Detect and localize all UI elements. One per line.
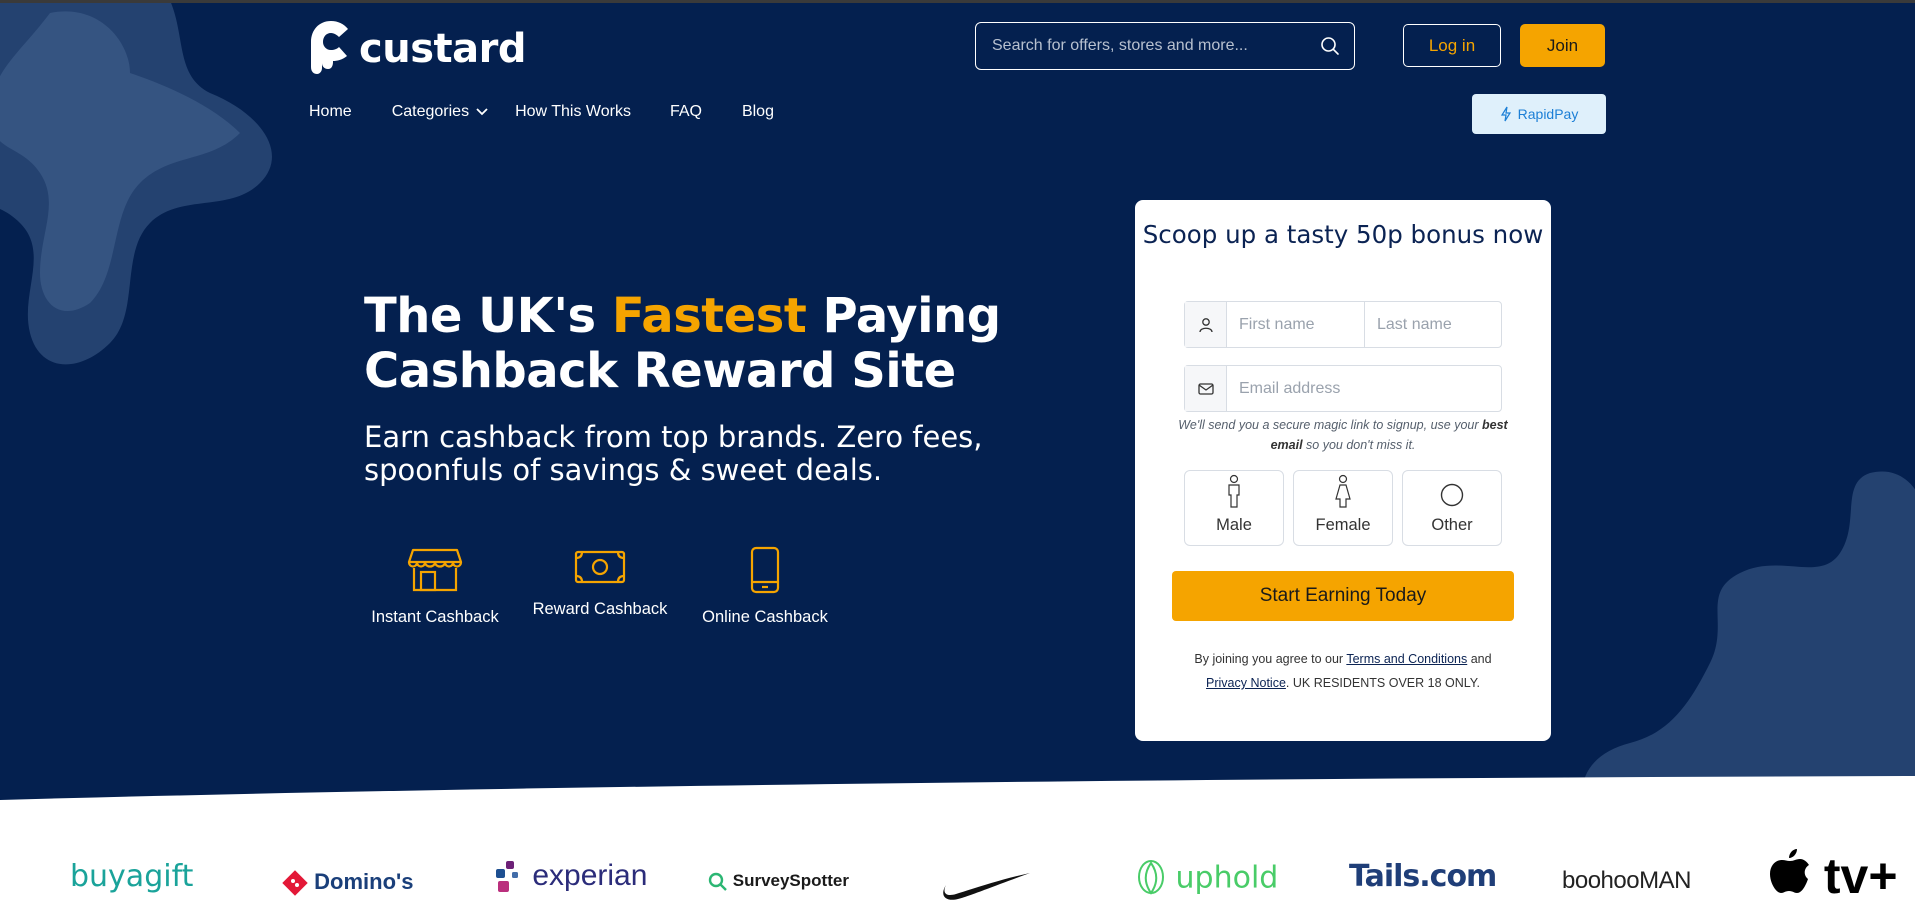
dominos-text: Domino's	[314, 869, 414, 894]
uphold-icon	[1138, 860, 1164, 895]
search-bar[interactable]	[975, 22, 1355, 70]
dominos-tile-icon	[282, 870, 308, 896]
legal-part1: By joining you agree to our	[1194, 652, 1347, 666]
lightning-icon	[1500, 106, 1511, 122]
main-nav: Home Categories How This Works FAQ Blog	[309, 103, 774, 121]
banknote-icon	[574, 550, 626, 584]
custard-logo-icon	[311, 21, 348, 74]
gender-label: Other	[1431, 516, 1473, 534]
rapidpay-label: RapidPay	[1517, 106, 1579, 122]
brand-logo-apple-tv[interactable]: tv+	[1770, 847, 1898, 905]
brand-logo-uphold[interactable]: uphold	[1136, 859, 1278, 899]
legal-part2: and	[1467, 652, 1492, 666]
surveyspotter-text: SurveySpotter	[732, 871, 849, 890]
terms-link[interactable]: Terms and Conditions	[1346, 652, 1467, 666]
legal-text: By joining you agree to our Terms and Co…	[1165, 647, 1521, 695]
legal-part3: . UK RESIDENTS OVER 18 ONLY.	[1285, 676, 1480, 690]
brand-logo-dominos[interactable]: Domino's	[282, 869, 413, 896]
feature-reward-cashback: Reward Cashback	[520, 546, 680, 619]
uphold-text: uphold	[1175, 860, 1279, 896]
brand-strip: buyagift Domino's experian SurveySpotter…	[0, 845, 1915, 917]
nav-item-home[interactable]: Home	[309, 103, 352, 121]
nike-swoosh-icon[interactable]	[942, 871, 1030, 903]
circle-icon	[1440, 483, 1464, 507]
male-icon	[1228, 474, 1240, 508]
nav-item-blog[interactable]: Blog	[742, 103, 774, 121]
mail-icon	[1185, 366, 1227, 411]
note-part2: so you don't miss it.	[1302, 438, 1416, 452]
start-earning-button[interactable]: Start Earning Today	[1172, 571, 1514, 621]
brand-logo-surveyspotter[interactable]: SurveySpotter	[708, 871, 849, 892]
decorative-splash-left	[0, 3, 272, 365]
custard-logo[interactable]: custard	[309, 19, 526, 79]
feature-label: Online Cashback	[702, 608, 828, 626]
experian-text: experian	[532, 859, 648, 892]
nav-item-faq[interactable]: FAQ	[670, 103, 702, 121]
logo-text: custard	[359, 26, 526, 72]
experian-dots-icon	[496, 861, 518, 893]
apple-tv-text: tv+	[1823, 848, 1898, 904]
apple-logo-icon	[1770, 849, 1809, 893]
gender-option-other[interactable]: Other	[1402, 470, 1502, 546]
hero-subtitle: Earn cashback from top brands. Zero fees…	[364, 420, 983, 487]
search-icon[interactable]	[1320, 36, 1340, 56]
first-name-field[interactable]	[1227, 302, 1365, 347]
privacy-link[interactable]: Privacy Notice	[1206, 676, 1286, 690]
headline-accent: Fastest	[611, 288, 807, 344]
brand-logo-tails[interactable]: Tails.com	[1349, 859, 1497, 894]
last-name-field[interactable]	[1365, 302, 1501, 347]
rapidpay-button[interactable]: RapidPay	[1472, 94, 1606, 134]
signup-card: Scoop up a tasty 50p bonus now We'll sen…	[1135, 200, 1551, 741]
feature-label: Reward Cashback	[532, 600, 668, 618]
nav-item-how-this-works[interactable]: How This Works	[515, 103, 631, 121]
feature-online-cashback: Online Cashback	[685, 546, 845, 627]
female-icon	[1335, 474, 1351, 508]
join-button[interactable]: Join	[1520, 24, 1605, 67]
user-icon	[1185, 302, 1227, 347]
brand-logo-experian[interactable]: experian	[494, 859, 647, 895]
headline-part1: The UK's	[364, 288, 612, 344]
gender-option-male[interactable]: Male	[1184, 470, 1284, 546]
phone-icon	[750, 546, 780, 594]
hero-wave	[0, 776, 1915, 816]
decorative-splash-right	[1582, 471, 1915, 800]
gender-option-female[interactable]: Female	[1293, 470, 1393, 546]
note-part1: We'll send you a secure magic link to si…	[1178, 418, 1482, 432]
email-note: We'll send you a secure magic link to si…	[1175, 415, 1511, 455]
chevron-down-icon	[476, 108, 488, 116]
feature-instant-cashback: Instant Cashback	[355, 546, 515, 627]
hero-headline: The UK's Fastest Paying Cashback Reward …	[364, 289, 1014, 399]
feature-label: Instant Cashback	[371, 608, 499, 626]
login-button[interactable]: Log in	[1403, 24, 1501, 67]
gender-label: Male	[1216, 516, 1252, 534]
hero-section: custard Log in Join Home Categories How …	[0, 0, 1915, 800]
search-input[interactable]	[992, 37, 1292, 55]
signup-title: Scoop up a tasty 50p bonus now	[1142, 220, 1544, 249]
brand-logo-buyagift[interactable]: buyagift	[70, 859, 193, 894]
nav-item-categories[interactable]: Categories	[392, 103, 489, 121]
gender-label: Female	[1315, 516, 1371, 534]
nav-item-categories-label: Categories	[391, 103, 470, 120]
name-fields	[1184, 301, 1502, 348]
magnifier-icon	[708, 872, 727, 891]
email-field-group	[1184, 365, 1502, 412]
store-icon	[407, 548, 463, 592]
brand-logo-boohooman[interactable]: boohooMAN	[1562, 867, 1691, 895]
email-field[interactable]	[1227, 366, 1497, 411]
